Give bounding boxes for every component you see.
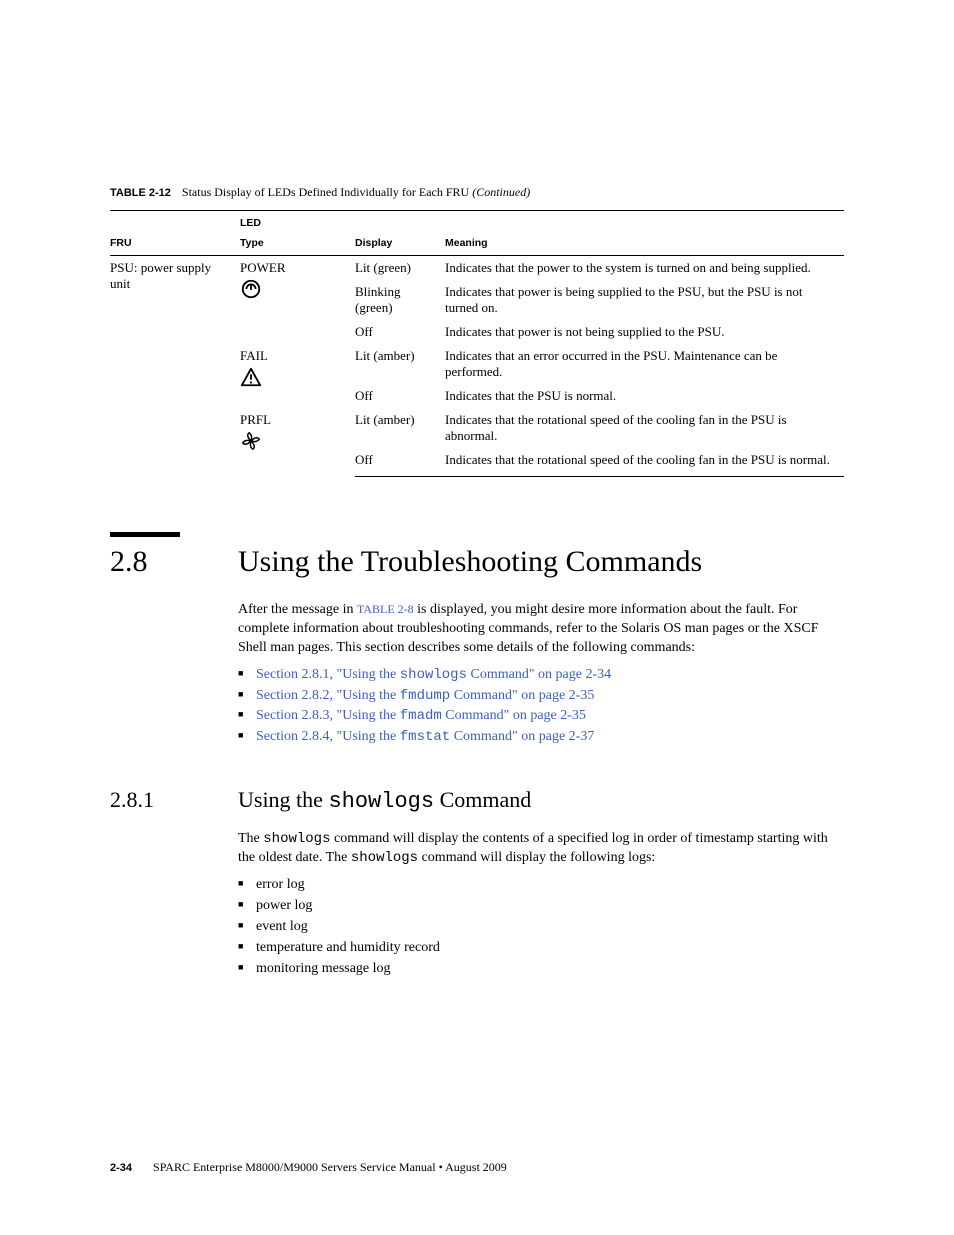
subsection-heading: 2.8.1 Using the showlogs Command xyxy=(110,787,844,814)
list-item: event log xyxy=(238,918,844,937)
fan-icon xyxy=(240,430,262,452)
text-span: Command" on page 2-34 xyxy=(467,667,611,682)
meaning-cell: Indicates that the rotational speed of t… xyxy=(445,448,844,477)
display-cell: Off xyxy=(355,448,445,477)
list-item: Section 2.8.3, "Using the fmadm Command"… xyxy=(238,707,844,726)
section-title: Using the Troubleshooting Commands xyxy=(238,545,702,579)
footer-text: SPARC Enterprise M8000/M9000 Servers Ser… xyxy=(153,1160,507,1174)
page-footer: 2-34 SPARC Enterprise M8000/M9000 Server… xyxy=(110,1160,844,1175)
table-number: TABLE 2-12 xyxy=(110,187,171,199)
display-cell: Lit (amber) xyxy=(355,344,445,384)
section-rule xyxy=(110,532,180,537)
text-span: Command" on page 2-35 xyxy=(442,708,586,723)
command-name: fmadm xyxy=(400,708,442,724)
xref-section-2-8-2[interactable]: Section 2.8.2, "Using the fmdump Command… xyxy=(256,688,594,703)
text-span: Section 2.8.4, "Using the xyxy=(256,729,400,744)
text-span: Section 2.8.2, "Using the xyxy=(256,688,400,703)
fru-cell: PSU: power supply unit xyxy=(110,256,240,477)
warning-triangle-icon xyxy=(240,366,262,388)
meaning-cell: Indicates that power is not being suppli… xyxy=(445,320,844,344)
power-icon xyxy=(240,278,262,300)
display-cell: Off xyxy=(355,320,445,344)
th-type: Type xyxy=(240,233,355,256)
table-continued: (Continued) xyxy=(472,185,530,199)
display-cell: Blinking (green) xyxy=(355,280,445,320)
meaning-cell: Indicates that the rotational speed of t… xyxy=(445,408,844,448)
text-span: After the message in xyxy=(238,602,357,617)
text-span: Using the xyxy=(238,787,328,812)
xref-table-2-8[interactable]: TABLE 2-8 xyxy=(357,602,414,616)
text-span: Command" on page 2-37 xyxy=(450,729,594,744)
command-name: showlogs xyxy=(351,850,418,866)
list-item: Section 2.8.1, "Using the showlogs Comma… xyxy=(238,666,844,685)
table-caption: TABLE 2-12 Status Display of LEDs Define… xyxy=(110,185,844,200)
meaning-cell: Indicates that the PSU is normal. xyxy=(445,384,844,408)
subsection-title: Using the showlogs Command xyxy=(238,787,531,814)
display-cell: Lit (amber) xyxy=(355,408,445,448)
list-item: Section 2.8.2, "Using the fmdump Command… xyxy=(238,687,844,706)
page-number: 2-34 xyxy=(110,1162,132,1174)
list-item: Section 2.8.4, "Using the fmstat Command… xyxy=(238,728,844,747)
text-span: Command xyxy=(434,787,531,812)
xref-section-2-8-3[interactable]: Section 2.8.3, "Using the fmadm Command"… xyxy=(256,708,586,723)
command-name: showlogs xyxy=(263,831,330,847)
led-type-prfl: PRFL xyxy=(240,412,349,428)
section-number: 2.8 xyxy=(110,545,238,579)
list-item: temperature and humidity record xyxy=(238,939,844,958)
text-span: Section 2.8.1, "Using the xyxy=(256,667,400,682)
xref-section-2-8-1[interactable]: Section 2.8.1, "Using the showlogs Comma… xyxy=(256,667,611,682)
display-cell: Lit (green) xyxy=(355,256,445,281)
subsection-paragraph: The showlogs command will display the co… xyxy=(238,830,844,868)
command-name: showlogs xyxy=(328,789,434,814)
xref-section-2-8-4[interactable]: Section 2.8.4, "Using the fmstat Command… xyxy=(256,729,594,744)
meaning-cell: Indicates that the power to the system i… xyxy=(445,256,844,281)
th-meaning: Meaning xyxy=(445,233,844,256)
text-span: Section 2.8.3, "Using the xyxy=(256,708,400,723)
led-type-power: POWER xyxy=(240,260,349,276)
meaning-cell: Indicates that an error occurred in the … xyxy=(445,344,844,384)
subsection-number: 2.8.1 xyxy=(110,787,238,814)
table-title: Status Display of LEDs Defined Individua… xyxy=(182,185,469,199)
text-span: Command" on page 2-35 xyxy=(450,688,594,703)
xref-list: Section 2.8.1, "Using the showlogs Comma… xyxy=(238,666,844,748)
text-span: command will display the following logs: xyxy=(418,850,655,865)
list-item: error log xyxy=(238,876,844,895)
list-item: monitoring message log xyxy=(238,960,844,979)
section-paragraph: After the message in TABLE 2-8 is displa… xyxy=(238,601,844,658)
section-heading: 2.8 Using the Troubleshooting Commands xyxy=(110,545,844,579)
meaning-cell: Indicates that power is being supplied t… xyxy=(445,280,844,320)
command-name: showlogs xyxy=(400,667,467,683)
display-cell: Off xyxy=(355,384,445,408)
led-status-table: LED FRU Type Display Meaning PSU: power … xyxy=(110,210,844,477)
table-row: PSU: power supply unit POWER Lit (green)… xyxy=(110,256,844,281)
logs-list: error log power log event log temperatur… xyxy=(238,876,844,978)
th-led-group: LED xyxy=(240,211,355,234)
text-span: The xyxy=(238,831,263,846)
led-type-fail: FAIL xyxy=(240,348,349,364)
th-fru: FRU xyxy=(110,233,240,256)
list-item: power log xyxy=(238,897,844,916)
command-name: fmdump xyxy=(400,688,450,704)
command-name: fmstat xyxy=(400,729,450,745)
th-display: Display xyxy=(355,233,445,256)
